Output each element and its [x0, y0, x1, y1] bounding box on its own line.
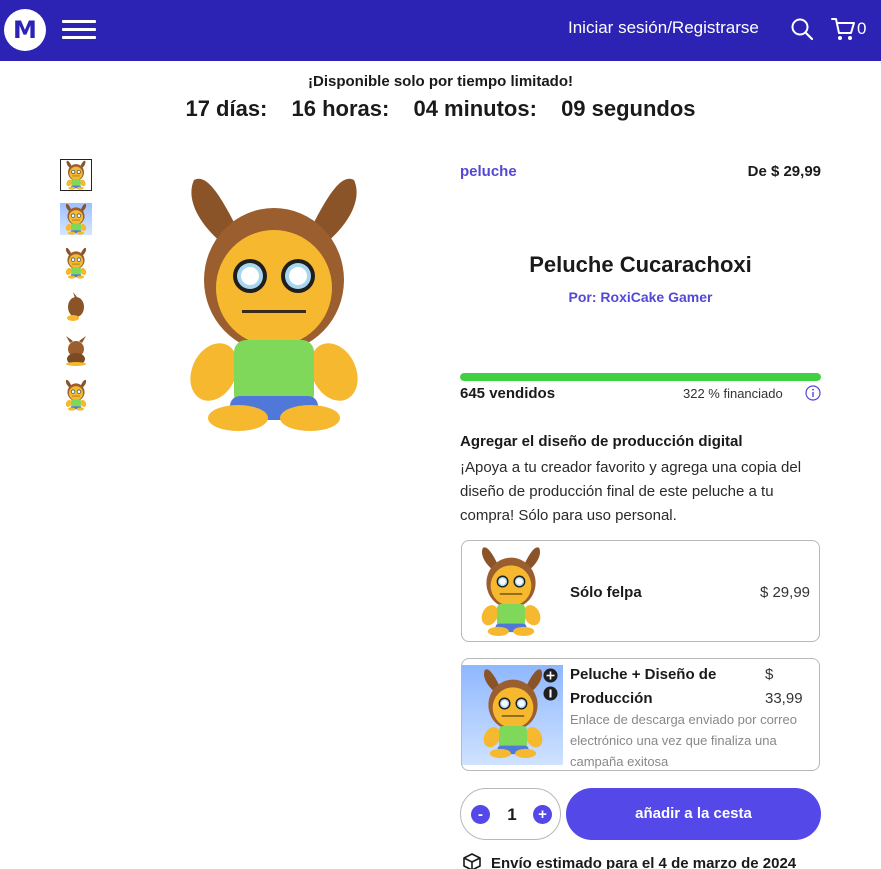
- countdown-days: 17 días:: [185, 96, 268, 121]
- product-title: Peluche Cucarachoxi: [529, 252, 752, 277]
- option-note: Enlace de descarga enviado por correo el…: [570, 712, 797, 769]
- product-main-image[interactable]: [163, 172, 385, 434]
- funded-percent: 322 % financiado: [683, 386, 783, 401]
- digital-file-badge-icon: [543, 686, 558, 701]
- thumbnail-3[interactable]: [60, 247, 92, 279]
- countdown-minutes: 04 minutos:: [413, 96, 537, 121]
- funding-progress-bar: [460, 373, 821, 381]
- category-link[interactable]: peluche: [460, 163, 517, 180]
- add-to-cart-button[interactable]: añadir a la cesta: [566, 788, 821, 840]
- limited-time-banner: ¡Disponible solo por tiempo limitado!: [308, 73, 573, 90]
- search-icon[interactable]: [790, 17, 814, 41]
- digital-design-heading: Agregar el diseño de producción digital: [460, 433, 743, 450]
- option-name: Sólo felpa: [570, 584, 642, 601]
- thumbnail-5[interactable]: [60, 335, 92, 367]
- countdown-timer: 17 días: 16 horas: 04 minutos: 09 segund…: [0, 96, 881, 122]
- brand-logo[interactable]: M: [4, 9, 46, 51]
- option-price: $ 33,99: [765, 666, 803, 707]
- quantity-stepper: - 1 +: [460, 788, 561, 840]
- option-plush-plus-design[interactable]: Peluche + Diseño de Producción $ 33,99 E…: [461, 658, 820, 771]
- option-price: $ 29,99: [759, 584, 810, 601]
- info-icon[interactable]: [805, 385, 821, 401]
- digital-design-description: ¡Apoya a tu creador favorito y agrega un…: [460, 459, 802, 524]
- decrease-quantity-button[interactable]: -: [471, 805, 490, 824]
- thumbnail-1[interactable]: [60, 159, 92, 191]
- thumbnail-2[interactable]: [60, 203, 92, 235]
- thumbnail-4[interactable]: [60, 291, 92, 323]
- countdown-seconds: 09 segundos: [561, 96, 696, 121]
- option-plush-only[interactable]: Sólo felpa $ 29,99: [461, 540, 820, 642]
- sold-count: 645 vendidos: [460, 385, 556, 402]
- price-from: De $ 29,99: [747, 163, 821, 180]
- shipping-estimate-text: Envío estimado para el 4 de marzo de 202…: [491, 855, 797, 869]
- quantity-value[interactable]: 1: [501, 805, 523, 825]
- thumbnail-6[interactable]: [60, 379, 92, 411]
- funding-progress-fill: [460, 373, 821, 381]
- package-icon: [463, 853, 481, 869]
- plus-badge-icon: [543, 668, 558, 683]
- countdown-hours: 16 horas:: [291, 96, 390, 121]
- option-plush-image: [478, 547, 544, 636]
- creator-link[interactable]: Por: RoxiCake Gamer: [460, 289, 821, 305]
- option-name: Peluche + Diseño de Producción: [570, 666, 717, 707]
- login-register-link[interactable]: Iniciar sesión/Registrarse: [568, 18, 759, 38]
- hamburger-menu-icon[interactable]: [62, 19, 96, 41]
- cart-icon[interactable]: [830, 16, 856, 42]
- cart-count[interactable]: 0: [857, 19, 866, 39]
- increase-quantity-button[interactable]: +: [533, 805, 552, 824]
- top-navbar: M Iniciar sesión/Registrarse 0: [0, 0, 881, 61]
